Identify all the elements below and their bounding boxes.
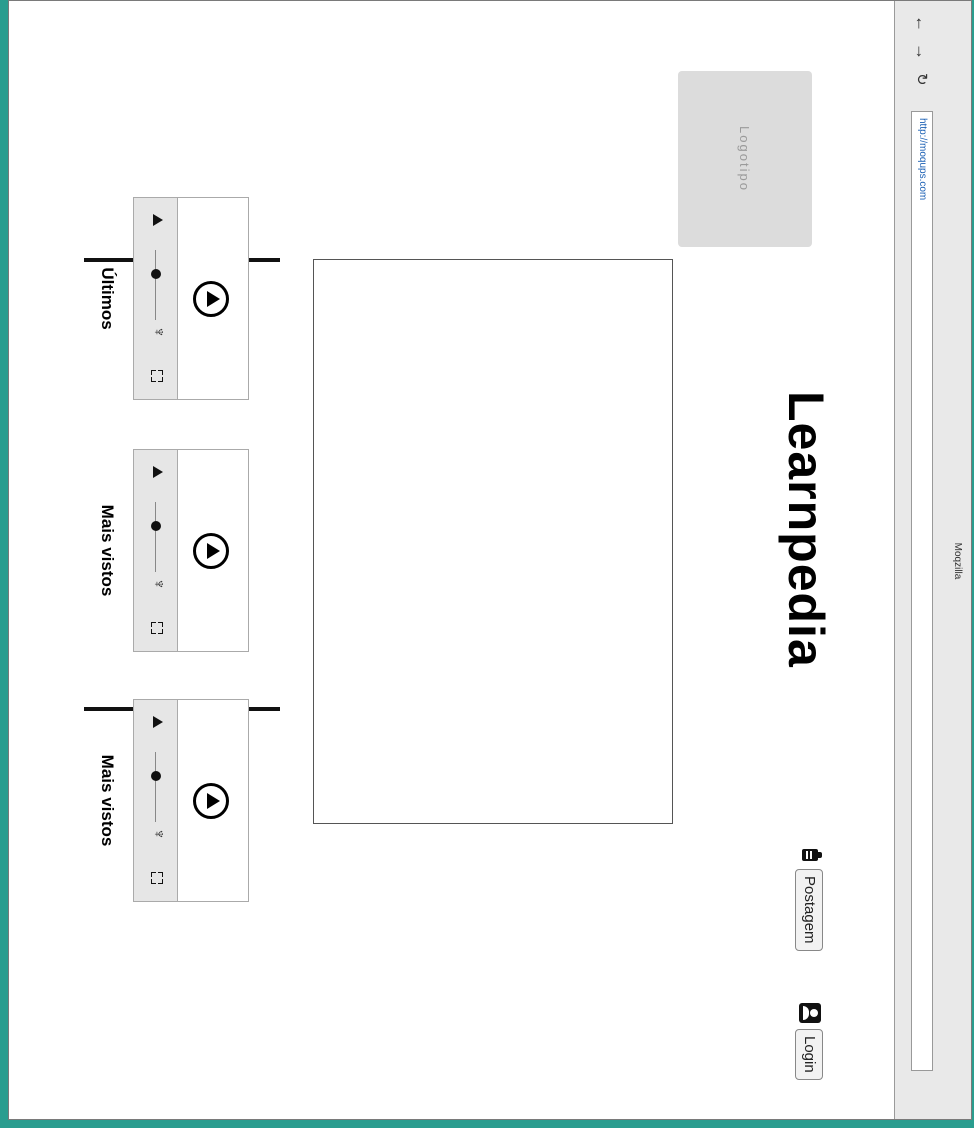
reload-icon[interactable]: ↻ xyxy=(911,73,931,86)
video-screen xyxy=(175,700,248,901)
video-controls: ♆ xyxy=(134,198,178,399)
seek-handle[interactable] xyxy=(151,521,161,531)
play-small-icon[interactable] xyxy=(153,214,163,226)
seek-track[interactable] xyxy=(155,752,156,822)
back-icon[interactable]: ← xyxy=(911,15,931,32)
play-icon[interactable] xyxy=(193,280,230,317)
play-small-icon[interactable] xyxy=(153,716,163,728)
video-screen xyxy=(175,450,248,651)
fullscreen-icon[interactable] xyxy=(151,872,163,884)
fullscreen-icon[interactable] xyxy=(151,370,163,382)
site-title: Learnpedia xyxy=(778,391,834,668)
address-bar[interactable]: http://moqups.com xyxy=(911,111,933,1071)
login-button[interactable]: Login xyxy=(795,1029,823,1080)
post-button[interactable]: Postagem xyxy=(795,869,823,951)
video-player: ♆ xyxy=(133,449,249,652)
video-controls: ♆ xyxy=(134,700,178,901)
browser-title: Moqzilla xyxy=(952,542,963,580)
play-icon[interactable] xyxy=(193,782,230,819)
play-icon[interactable] xyxy=(193,532,230,569)
play-small-icon[interactable] xyxy=(153,466,163,478)
user-icon xyxy=(799,1003,821,1023)
fullscreen-icon[interactable] xyxy=(151,622,163,634)
volume-icon[interactable]: ♆ xyxy=(149,326,167,338)
logo-placeholder: Logotipo xyxy=(678,71,812,247)
main-content-box xyxy=(313,259,673,824)
forward-icon[interactable]: → xyxy=(911,43,931,60)
video-controls: ♆ xyxy=(134,450,178,651)
volume-icon[interactable]: ♆ xyxy=(149,828,167,840)
seek-track[interactable] xyxy=(155,502,156,572)
browser-chrome: Moqzilla ← → ↻ http://moqups.com xyxy=(894,1,971,1119)
rotated-content: Moqzilla ← → ↻ http://moqups.com Logotip… xyxy=(9,1,971,1119)
video-player: ♆ xyxy=(133,699,249,902)
seek-handle[interactable] xyxy=(151,771,161,781)
video-screen xyxy=(175,198,248,399)
video-player: ♆ xyxy=(133,197,249,400)
browser-window: Moqzilla ← → ↻ http://moqups.com Logotip… xyxy=(8,0,972,1120)
volume-icon[interactable]: ♆ xyxy=(149,578,167,590)
video-label: Mais vistos xyxy=(98,754,117,847)
seek-handle[interactable] xyxy=(151,269,161,279)
video-label: Mais vistos xyxy=(98,504,117,597)
document-icon xyxy=(802,849,818,861)
video-label: Últimos xyxy=(98,267,117,330)
seek-track[interactable] xyxy=(155,250,156,320)
